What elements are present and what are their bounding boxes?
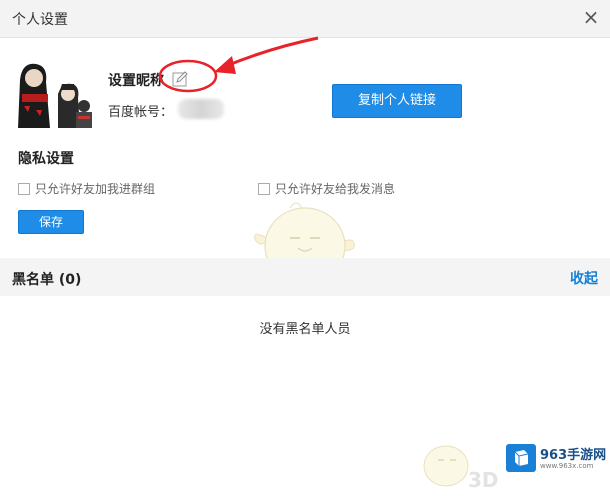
privacy-option-label: 只允许好友加我进群组: [35, 182, 156, 196]
baidu-account-value-redacted: [178, 99, 224, 119]
save-button[interactable]: 保存: [18, 210, 84, 234]
brand-logo-icon: [506, 444, 536, 472]
close-icon[interactable]: ×: [580, 6, 602, 28]
blacklist-empty-message: 没有黑名单人员: [259, 322, 351, 337]
nickname-label: 设置昵称: [108, 73, 164, 89]
privacy-option-friends-join-group[interactable]: 只允许好友加我进群组: [18, 180, 155, 196]
privacy-settings-title: 隐私设置: [18, 151, 74, 167]
privacy-option-label: 只允许好友给我发消息: [275, 182, 396, 196]
mascot-watermark-small: [423, 445, 469, 487]
avatar: [14, 60, 96, 130]
copy-profile-link-button[interactable]: 复制个人链接: [332, 84, 462, 118]
collapse-link[interactable]: 收起: [570, 268, 598, 288]
blacklist-title: 黑名单 (0): [12, 272, 82, 288]
title-bar: 个人设置 ×: [0, 0, 610, 38]
checkbox[interactable]: [18, 182, 30, 195]
privacy-option-friends-message[interactable]: 只允许好友给我发消息: [258, 180, 395, 196]
edit-nickname-icon[interactable]: [172, 70, 189, 87]
brand-watermark-domain: www.963x.com: [540, 462, 594, 470]
watermark-3d: 3D: [468, 468, 499, 492]
checkbox[interactable]: [258, 182, 270, 195]
baidu-account-label: 百度帐号：: [108, 105, 174, 120]
window-title: 个人设置: [12, 12, 68, 28]
blacklist-header: 黑名单 (0) 收起: [0, 258, 610, 296]
brand-watermark-text: 963手游网: [540, 448, 607, 463]
